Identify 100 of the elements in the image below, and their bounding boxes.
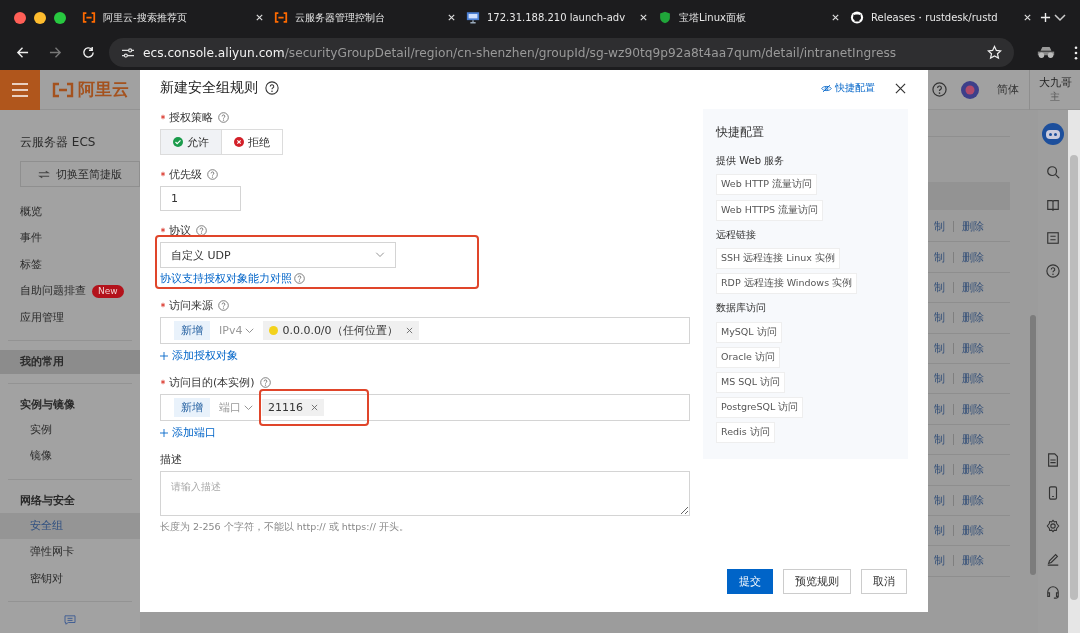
remove-icon[interactable] — [405, 327, 413, 334]
book-icon[interactable] — [1046, 198, 1060, 212]
plus-icon[interactable] — [160, 428, 168, 437]
tag-input-field[interactable]: 新增 IPv4 0.0.0.0/0（任何位置） — [160, 317, 690, 344]
sidebar-item[interactable]: 概览 — [0, 199, 140, 226]
preset-button[interactable]: Web HTTP 流量访问 — [716, 174, 818, 196]
user-name[interactable]: 大九哥 — [1038, 75, 1072, 90]
switch-version-button[interactable]: 切换至简捷版 — [20, 161, 140, 187]
forward-arrow-icon[interactable] — [49, 46, 62, 59]
scrollbar-thumb[interactable] — [1070, 155, 1078, 600]
copy-link[interactable]: 制 — [934, 371, 945, 387]
more-menu-icon[interactable] — [1074, 45, 1078, 60]
language-link[interactable]: 简体 — [997, 82, 1019, 97]
reload-icon[interactable] — [82, 46, 95, 59]
delete-link[interactable]: 删除 — [962, 523, 984, 539]
scrollbar-thumb[interactable] — [1030, 315, 1036, 575]
preset-button[interactable]: Redis 访问 — [716, 422, 775, 444]
copy-link[interactable]: 制 — [934, 249, 945, 265]
preset-button[interactable]: MS SQL 访问 — [716, 371, 786, 393]
sidebar-item[interactable]: 事件 — [0, 225, 140, 252]
sidebar-item[interactable]: 密钥对 — [0, 565, 140, 592]
copy-link[interactable]: 制 — [934, 492, 945, 508]
delete-link[interactable]: 删除 — [962, 340, 984, 356]
robot-icon[interactable] — [1041, 122, 1065, 146]
phone-icon[interactable] — [1046, 485, 1060, 500]
sidebar-item[interactable]: 实例 — [0, 416, 140, 444]
copy-link[interactable]: 制 — [934, 401, 945, 417]
capability-link[interactable]: 协议支持授权对象能力对照 — [160, 271, 292, 286]
copy-link[interactable]: 制 — [934, 553, 945, 569]
delete-link[interactable]: 删除 — [962, 310, 984, 326]
help-icon[interactable] — [1046, 264, 1060, 278]
browser-tab[interactable]: 172.31.188.210 launch-adv — [464, 11, 652, 24]
close-window-button[interactable] — [14, 11, 26, 24]
search-icon[interactable] — [1046, 165, 1060, 179]
sidebar-group-heading[interactable]: 实例与镜像 — [0, 392, 140, 417]
gear-icon[interactable] — [1046, 518, 1060, 533]
sidebar-group-heading[interactable]: 网络与安全 — [0, 488, 140, 513]
address-bar[interactable]: ecs.console.aliyun.com/securityGroupDetail/region/cn-shenzhen/groupId/sg-wz90tq9p92a8t4aa7qum/detail/intranetIngress — [109, 38, 1014, 67]
copy-link[interactable]: 制 — [934, 431, 945, 447]
copy-link[interactable]: 制 — [934, 462, 945, 478]
policy-option[interactable]: 允许 — [160, 129, 222, 155]
sidebar-item[interactable]: 自助问题排查 New — [0, 278, 140, 305]
priority-input[interactable]: 1 — [160, 186, 241, 211]
pencil-icon[interactable] — [1046, 551, 1060, 566]
site-settings-icon[interactable] — [121, 46, 135, 59]
avatar-icon[interactable] — [961, 80, 979, 99]
sidebar-item[interactable]: 应用管理 — [0, 304, 140, 331]
document-icon[interactable] — [1046, 452, 1060, 467]
list-icon[interactable] — [1046, 231, 1060, 245]
help-icon[interactable] — [265, 81, 279, 95]
headset-icon[interactable] — [1046, 584, 1060, 599]
add-link[interactable]: 添加端口 — [172, 425, 216, 440]
preset-button[interactable]: PostgreSQL 访问 — [716, 397, 804, 419]
chevron-down-icon[interactable] — [1054, 13, 1066, 22]
plus-icon[interactable] — [160, 351, 168, 360]
delete-link[interactable]: 删除 — [962, 401, 984, 417]
policy-option[interactable]: 拒绝 — [222, 129, 283, 155]
quick-config-link[interactable]: 快捷配置 — [835, 81, 875, 95]
browser-tab[interactable]: 阿里云-搜索推荐页 — [80, 10, 268, 25]
sidebar-item[interactable]: 弹性网卡 — [0, 539, 140, 566]
type-select[interactable]: 端口 — [219, 400, 253, 415]
browser-tab[interactable]: 宝塔Linux面板 — [656, 10, 844, 25]
delete-link[interactable]: 删除 — [962, 462, 984, 478]
copy-link[interactable]: 制 — [934, 523, 945, 539]
browser-tab[interactable]: Releases・rustdesk/rustd — [848, 10, 1036, 25]
delete-link[interactable]: 删除 — [962, 553, 984, 569]
delete-link[interactable]: 删除 — [962, 431, 984, 447]
delete-link[interactable]: 删除 — [962, 279, 984, 295]
copy-link[interactable]: 制 — [934, 310, 945, 326]
preset-button[interactable]: SSH 远程连接 Linux 实例 — [716, 247, 840, 269]
copy-link[interactable]: 制 — [934, 340, 945, 356]
feedback-icon[interactable] — [64, 614, 76, 625]
help-icon[interactable] — [932, 82, 947, 97]
tag-input-field[interactable]: 新增 端口 21116 — [160, 394, 690, 421]
protocol-select[interactable]: 自定义 UDP — [160, 242, 396, 268]
add-link[interactable]: 添加授权对象 — [172, 348, 238, 363]
maximize-window-button[interactable] — [54, 11, 66, 24]
dialog-button[interactable]: 提交 — [727, 569, 773, 594]
preset-button[interactable]: Oracle 访问 — [716, 346, 780, 368]
back-arrow-icon[interactable] — [16, 46, 29, 59]
copy-link[interactable]: 制 — [934, 279, 945, 295]
preset-button[interactable]: Web HTTPS 流量访问 — [716, 199, 824, 221]
delete-link[interactable]: 删除 — [962, 371, 984, 387]
bookmark-star-icon[interactable] — [987, 45, 1002, 60]
close-icon[interactable] — [895, 82, 906, 94]
sidebar-item[interactable]: 镜像 — [0, 443, 140, 470]
remove-icon[interactable] — [311, 404, 318, 411]
delete-link[interactable]: 删除 — [962, 249, 984, 265]
minimize-window-button[interactable] — [34, 11, 46, 24]
dialog-button[interactable]: 取消 — [861, 569, 907, 594]
dialog-button[interactable]: 预览规则 — [783, 569, 851, 594]
delete-link[interactable]: 删除 — [962, 219, 984, 235]
copy-link[interactable]: 制 — [934, 219, 945, 235]
sidebar-item[interactable]: 标签 — [0, 251, 140, 279]
menu-button[interactable] — [0, 69, 40, 110]
new-tab-icon[interactable] — [1040, 12, 1051, 23]
description-field[interactable]: 请输入描述 — [160, 471, 690, 516]
delete-link[interactable]: 删除 — [962, 492, 984, 508]
sidebar-group-heading[interactable]: 我的常用 — [0, 349, 140, 374]
preset-button[interactable]: RDP 远程连接 Windows 实例 — [716, 273, 858, 295]
